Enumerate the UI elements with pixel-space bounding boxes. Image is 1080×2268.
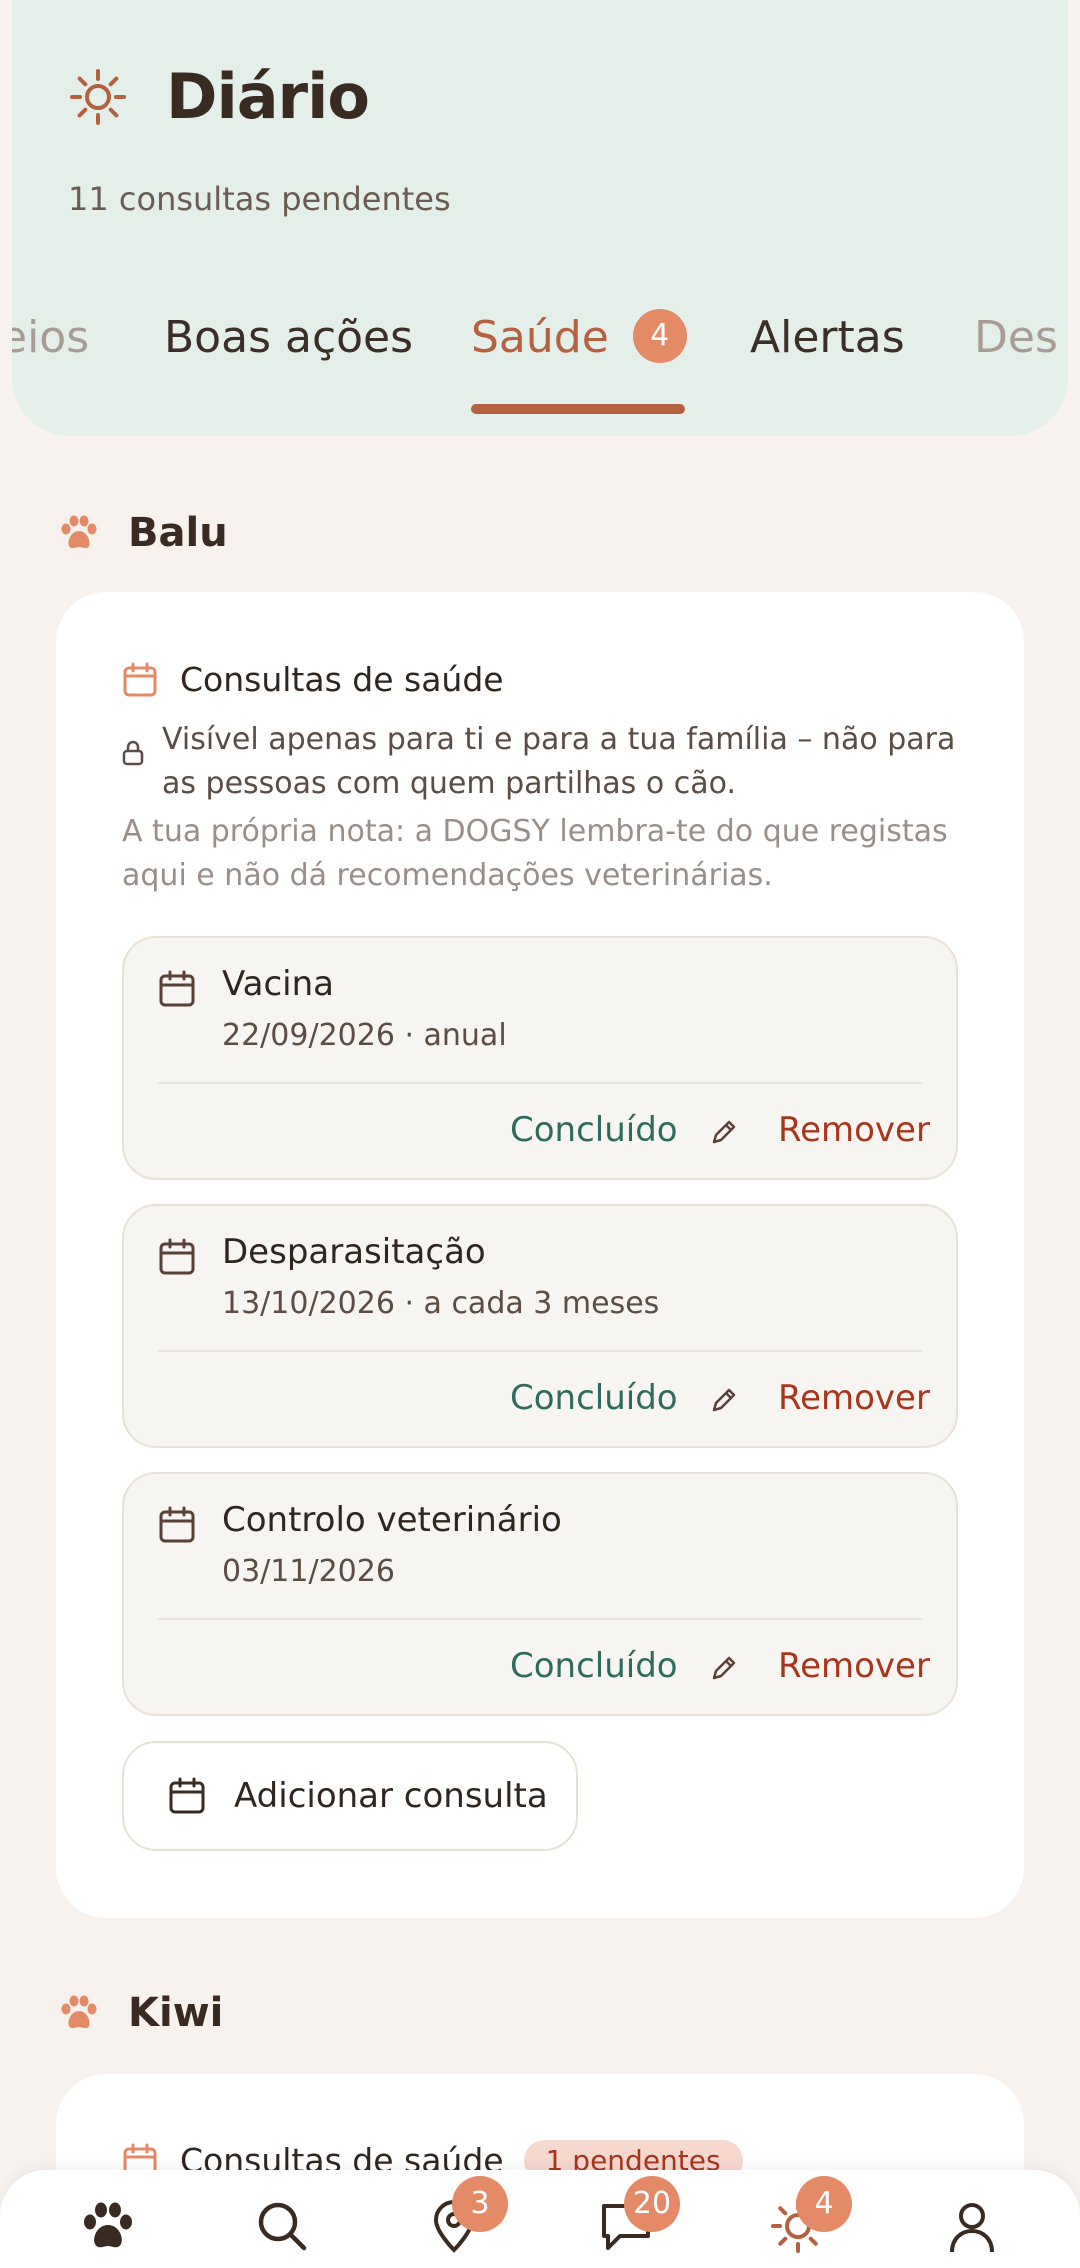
tab-passeios[interactable]: eios — [12, 312, 89, 363]
calendar-icon — [169, 1777, 205, 1814]
disclaimer-text: A tua própria nota: a DOGSY lembra-te do… — [122, 814, 948, 893]
health-item: Controlo veterinário 03/11/2026 Concluíd… — [122, 1472, 958, 1716]
remove-button[interactable]: Remover — [778, 1378, 930, 1418]
nav-map-badge: 3 — [452, 2176, 508, 2232]
pencil-icon[interactable] — [708, 1384, 740, 1416]
pencil-icon[interactable] — [708, 1652, 740, 1684]
health-card-balu: Consultas de saúde Visível apenas para t… — [56, 592, 1024, 1918]
pet-name: Kiwi — [128, 1990, 224, 2036]
done-button[interactable]: Concluído — [510, 1378, 678, 1418]
done-button[interactable]: Concluído — [510, 1646, 678, 1686]
page-title: Diário — [166, 60, 370, 133]
item-name: Vacina — [222, 964, 334, 1004]
tab-saude-badge: 4 — [632, 309, 687, 363]
lock-icon — [122, 740, 144, 766]
divider — [158, 1618, 922, 1620]
divider — [158, 1082, 922, 1084]
pet-name: Balu — [128, 510, 228, 556]
bottom-nav: 3 20 4 — [0, 2170, 1080, 2268]
item-date: 03/11/2026 — [222, 1554, 395, 1589]
nav-map[interactable]: 3 — [426, 2176, 508, 2254]
tab-boas-acoes[interactable]: Boas ações — [164, 312, 413, 363]
tab-saude-label: Saúde — [471, 312, 609, 363]
item-name: Controlo veterinário — [222, 1500, 562, 1540]
paw-icon — [61, 515, 97, 549]
done-button[interactable]: Concluído — [510, 1110, 678, 1150]
pet-header-balu: Balu — [60, 510, 228, 556]
tab-saude[interactable]: Saúde 4 — [471, 309, 687, 367]
remove-button[interactable]: Remover — [778, 1646, 930, 1686]
divider — [158, 1350, 922, 1352]
privacy-text: Visível apenas para ti e para a tua famí… — [162, 722, 956, 801]
tab-alertas[interactable]: Alertas — [750, 312, 905, 363]
item-name: Desparasitação — [222, 1232, 486, 1272]
add-appointment-button[interactable]: Adicionar consulta — [122, 1741, 578, 1851]
sun-icon — [70, 68, 126, 125]
item-date: 13/10/2026 · a cada 3 meses — [222, 1286, 660, 1321]
nav-pets[interactable] — [80, 2198, 136, 2254]
add-appointment-label: Adicionar consulta — [234, 1776, 548, 1816]
calendar-icon — [159, 970, 195, 1007]
health-item: Desparasitação 13/10/2026 · a cada 3 mes… — [122, 1204, 958, 1448]
section-title-label: Consultas de saúde — [180, 660, 504, 699]
remove-button[interactable]: Remover — [778, 1110, 930, 1150]
item-date: 22/09/2026 · anual — [222, 1018, 507, 1053]
header: Diário 11 consultas pendentes eios Boas … — [12, 0, 1068, 436]
health-item: Vacina 22/09/2026 · anual Concluído Remo… — [122, 936, 958, 1180]
section-title: Consultas de saúde — [122, 660, 504, 699]
pet-header-kiwi: Kiwi — [60, 1990, 223, 2036]
title-row: Diário — [68, 60, 370, 133]
nav-search[interactable] — [254, 2198, 310, 2254]
search-icon — [258, 2202, 307, 2251]
nav-messages[interactable]: 20 — [598, 2176, 680, 2254]
profile-icon — [950, 2203, 994, 2253]
nav-messages-badge: 20 — [624, 2176, 680, 2232]
nav-diary-badge: 4 — [796, 2176, 852, 2232]
tab-bar: eios Boas ações Saúde 4 Alertas Des — [12, 300, 1068, 380]
tab-desafios[interactable]: Des — [974, 312, 1058, 363]
nav-diary[interactable]: 4 — [770, 2176, 852, 2254]
calendar-icon — [159, 1238, 195, 1275]
calendar-icon — [159, 1506, 195, 1543]
calendar-icon — [123, 662, 157, 696]
pencil-icon[interactable] — [708, 1116, 740, 1148]
privacy-note: Visível apenas para ti e para a tua famí… — [122, 718, 992, 806]
paw-icon — [61, 1995, 97, 2029]
paw-icon — [84, 2202, 132, 2248]
pending-count: 11 consultas pendentes — [68, 180, 451, 218]
active-tab-indicator — [471, 404, 685, 414]
nav-profile[interactable] — [944, 2198, 1000, 2254]
